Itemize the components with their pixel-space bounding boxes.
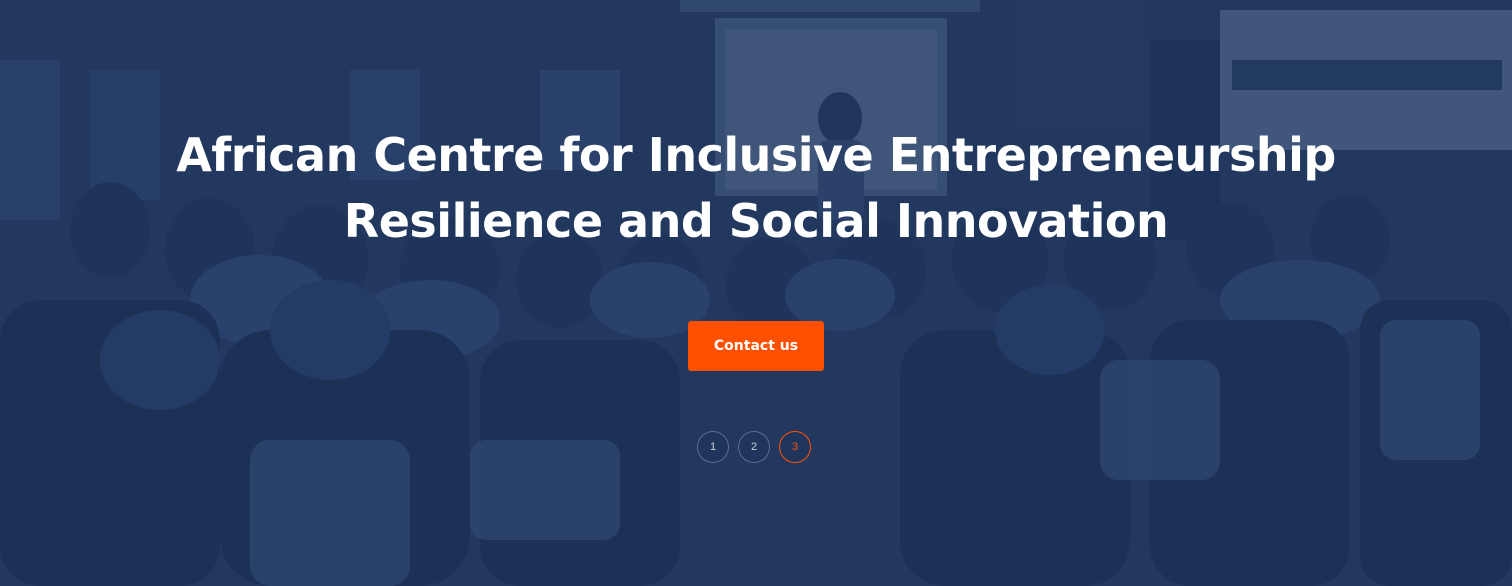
slide-pagination: 1 2 3 (697, 431, 811, 463)
contact-us-button[interactable]: Contact us (688, 321, 824, 371)
blue-tint-overlay (0, 0, 1512, 586)
slide-dot-1[interactable]: 1 (697, 431, 729, 463)
slide-dot-2[interactable]: 2 (738, 431, 770, 463)
hero-title-line-1: African Centre for Inclusive Entrepreneu… (176, 128, 1336, 182)
hero-title: African Centre for Inclusive Entrepreneu… (0, 122, 1512, 254)
slide-dot-3[interactable]: 3 (779, 431, 811, 463)
hero-title-line-2: Resilience and Social Innovation (343, 194, 1169, 248)
hero-banner: African Centre for Inclusive Entrepreneu… (0, 0, 1512, 586)
